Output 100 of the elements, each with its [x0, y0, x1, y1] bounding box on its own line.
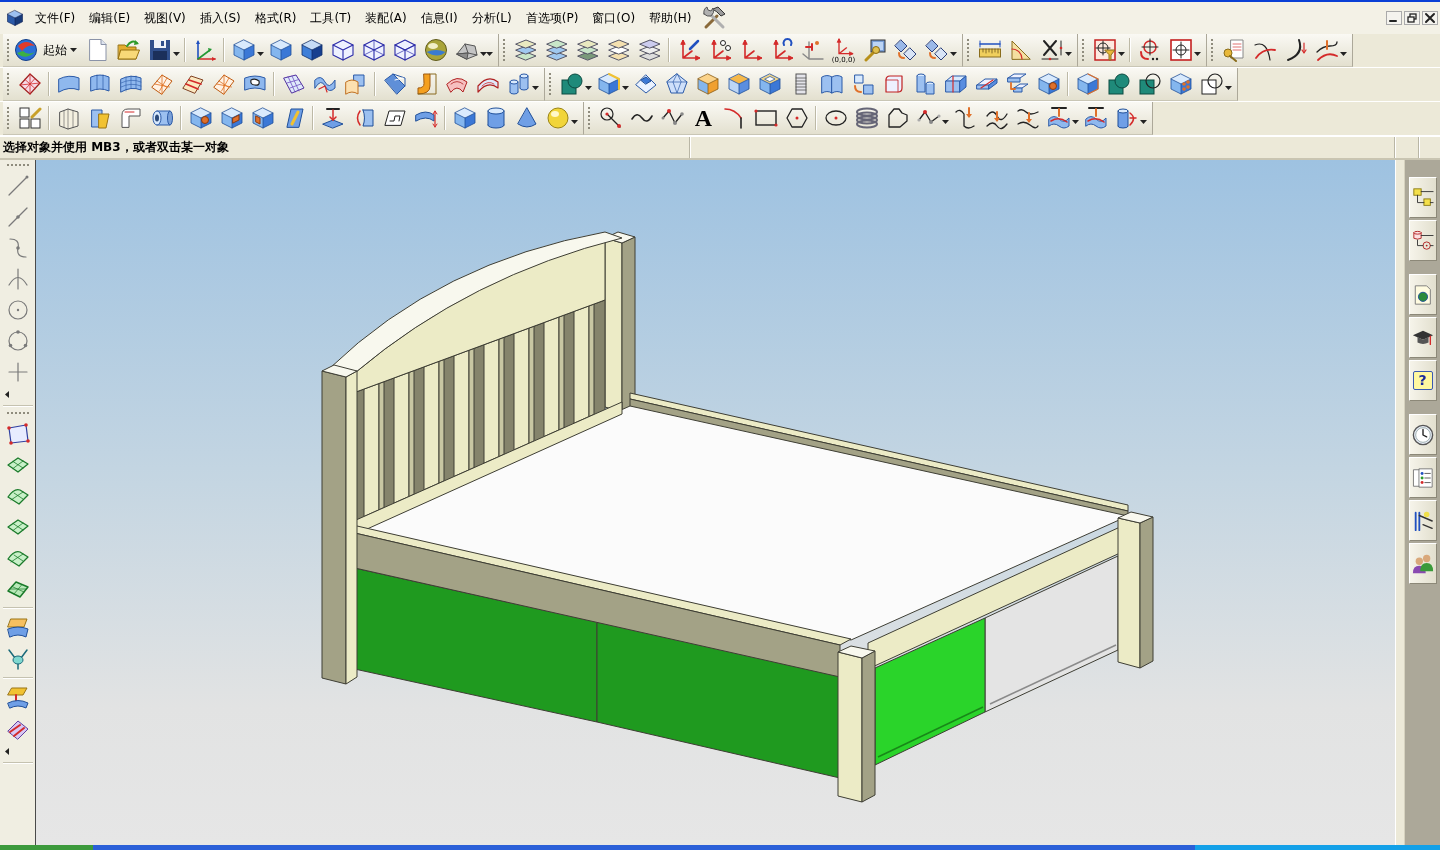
striped-sheet-icon[interactable]	[180, 72, 205, 96]
circle-icon[interactable]	[5, 328, 30, 353]
quad-icon[interactable]	[5, 421, 30, 446]
circle-line-icon[interactable]	[598, 106, 623, 130]
square-circle-icon[interactable]	[1137, 72, 1162, 96]
caret-icon[interactable]	[1140, 120, 1147, 124]
curve-icon[interactable]	[1314, 38, 1339, 62]
menu-item[interactable]: 插入(S)	[192, 7, 248, 29]
menu-item[interactable]: 工具(T)	[303, 7, 359, 29]
resource-bar-tab[interactable]	[1408, 500, 1437, 541]
square-circle-icon[interactable]	[559, 72, 584, 96]
wireframe-cube-icon[interactable]	[392, 38, 417, 62]
caret-icon[interactable]	[571, 120, 578, 124]
app-icon[interactable]	[6, 9, 24, 27]
cube-holes-icon[interactable]	[1168, 72, 1193, 96]
mesh-surface-icon[interactable]	[149, 72, 174, 96]
cube-slot-icon[interactable]	[250, 106, 275, 130]
cube-icon[interactable]	[596, 72, 621, 96]
cube-pocket-icon[interactable]	[219, 106, 244, 130]
menu-item[interactable]: 编辑(E)	[82, 7, 138, 29]
caret-icon[interactable]	[173, 52, 180, 56]
square-circle-icon[interactable]	[1199, 72, 1224, 96]
menu-item[interactable]: 帮助(H)	[642, 7, 699, 29]
resource-bar-tab[interactable]	[1408, 177, 1437, 218]
cylinder-arrow-icon[interactable]	[1114, 106, 1139, 130]
wireframe-cube-icon[interactable]	[361, 38, 386, 62]
closed-curve-icon[interactable]	[885, 106, 910, 130]
sphere-icon[interactable]	[423, 38, 448, 62]
text-tool-button[interactable]: A	[688, 104, 719, 132]
caret-icon[interactable]	[5, 748, 9, 755]
caret-icon[interactable]	[950, 52, 957, 56]
prism-icon[interactable]	[56, 106, 81, 130]
caret-icon[interactable]	[1225, 86, 1232, 90]
caret-icon[interactable]	[585, 86, 592, 90]
restore-icon[interactable]	[1404, 11, 1420, 25]
helix-icon[interactable]	[854, 106, 879, 130]
hammer-wrench-icon[interactable]	[702, 6, 727, 30]
cube-icon[interactable]	[231, 38, 256, 62]
crosshair-icon[interactable]	[1168, 38, 1193, 62]
start-button[interactable]: 起始	[14, 36, 80, 64]
faceted-gem-icon[interactable]	[664, 72, 689, 96]
menu-item[interactable]: 分析(L)	[464, 7, 519, 29]
taskbar-start-button[interactable]	[0, 845, 93, 850]
resource-bar-tab[interactable]	[1408, 543, 1437, 584]
resource-bar-tab[interactable]	[1408, 220, 1437, 261]
cube-icon[interactable]	[726, 72, 751, 96]
caret-icon[interactable]	[622, 86, 629, 90]
layers-icon[interactable]	[575, 38, 600, 62]
menu-item[interactable]: 信息(I)	[413, 7, 465, 29]
cube-icon[interactable]	[452, 106, 477, 130]
bent-sheet-icon[interactable]	[382, 72, 407, 96]
cylinders-icon[interactable]	[506, 72, 531, 96]
mesh-surface-icon[interactable]	[281, 72, 306, 96]
layers-icon[interactable]	[606, 38, 631, 62]
open-book-icon[interactable]	[819, 72, 844, 96]
arrow-boxes-icon[interactable]	[924, 38, 949, 62]
menu-item[interactable]: 首选项(P)	[518, 7, 586, 29]
square-circle-icon[interactable]	[1106, 72, 1131, 96]
sheet-block-icon[interactable]	[343, 72, 368, 96]
caret-icon[interactable]	[942, 120, 949, 124]
menu-item[interactable]: 装配(A)	[358, 7, 414, 29]
layers-icon[interactable]	[544, 38, 569, 62]
cube-icon[interactable]	[695, 72, 720, 96]
layered-surface-icon[interactable]	[5, 615, 30, 640]
minimize-icon[interactable]	[1386, 11, 1402, 25]
cube-icon[interactable]	[1075, 72, 1100, 96]
cube-hole-icon[interactable]	[188, 106, 213, 130]
menu-item[interactable]: 视图(V)	[137, 7, 193, 29]
caret-icon[interactable]	[1118, 52, 1125, 56]
circle-icon[interactable]	[5, 297, 30, 322]
split-block-icon[interactable]	[943, 72, 968, 96]
bent-tube-icon[interactable]	[118, 106, 143, 130]
shaded-cube-icon[interactable]	[299, 38, 324, 62]
caret-icon[interactable]	[1072, 120, 1079, 124]
caret-icon[interactable]	[1194, 52, 1201, 56]
hollow-cube-icon[interactable]	[757, 72, 782, 96]
wavy-surface-icon[interactable]	[1046, 106, 1071, 130]
menu-item[interactable]: 文件(F)	[28, 7, 83, 29]
help-tab[interactable]: ?	[1408, 360, 1437, 401]
caret-icon[interactable]	[1065, 52, 1072, 56]
layers-icon[interactable]	[637, 38, 662, 62]
layout-icon[interactable]	[17, 106, 42, 130]
arrow-boxes-icon[interactable]	[893, 38, 918, 62]
filter-icon[interactable]	[1092, 38, 1117, 62]
pyramid-cube-icon[interactable]	[633, 72, 658, 96]
caret-icon[interactable]	[1340, 52, 1347, 56]
close-icon[interactable]	[1422, 11, 1438, 25]
protractor-icon[interactable]	[1008, 38, 1033, 62]
menu-item[interactable]: 格式(R)	[247, 7, 304, 29]
cube-hole-icon[interactable]	[1036, 72, 1061, 96]
axes-icon[interactable]	[800, 38, 825, 62]
caret-icon[interactable]	[257, 52, 264, 56]
hexagon-icon[interactable]	[784, 106, 809, 130]
layers-icon[interactable]	[513, 38, 538, 62]
plates-arrow-icon[interactable]	[1005, 72, 1030, 96]
measure-icon[interactable]	[1039, 38, 1064, 62]
screen-magnifier-icon[interactable]	[862, 38, 887, 62]
caret-icon[interactable]	[532, 86, 539, 90]
wavy-surface-icon[interactable]	[1083, 106, 1108, 130]
caret-icon[interactable]	[70, 48, 77, 52]
